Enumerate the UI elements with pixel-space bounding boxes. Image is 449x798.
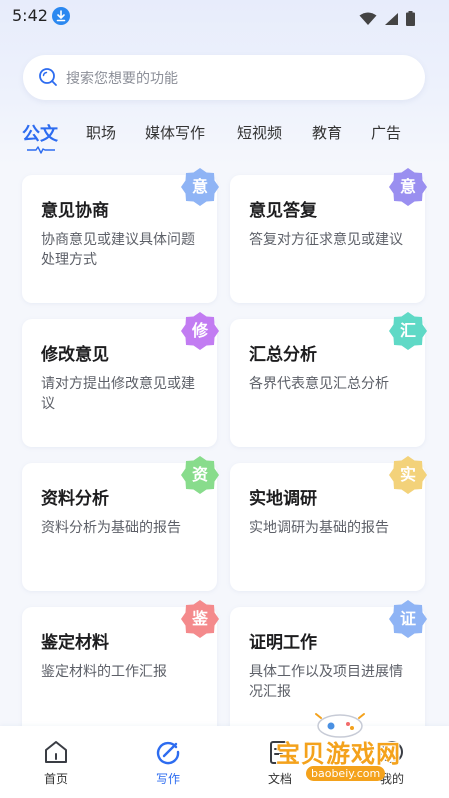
wifi-icon — [359, 12, 377, 25]
search-bar[interactable]: 搜索您想要的功能 — [23, 55, 425, 100]
signal-icon — [384, 12, 398, 25]
function-card[interactable]: 实实地调研实地调研为基础的报告 — [230, 456, 427, 591]
card-title: 证明工作 — [249, 633, 317, 653]
card-title: 资料分析 — [41, 489, 109, 509]
nav-home-label: 首页 — [43, 772, 68, 786]
battery-icon — [406, 11, 415, 26]
card-badge-icon: 实 — [388, 455, 428, 495]
card-badge-icon: 资 — [180, 455, 220, 495]
function-card[interactable]: 汇汇总分析各界代表意见汇总分析 — [230, 312, 427, 447]
status-bar: 5:42 — [0, 0, 449, 32]
nav-write[interactable]: 写作 — [128, 726, 208, 798]
card-title: 意见协商 — [41, 201, 109, 221]
tab-advertising[interactable]: 广告 — [371, 122, 401, 143]
card-badge-char: 意 — [399, 177, 416, 196]
tab-short-video[interactable]: 短视频 — [237, 122, 282, 143]
card-description: 请对方提出修改意见或建议 — [41, 376, 195, 412]
card-badge-char: 实 — [399, 465, 416, 484]
active-tab-indicator — [27, 146, 55, 154]
card-description: 具体工作以及项目进展情况汇报 — [249, 664, 403, 700]
card-badge-icon: 修 — [180, 311, 220, 351]
card-title: 意见答复 — [249, 201, 317, 221]
download-icon — [52, 7, 70, 25]
card-badge-char: 证 — [399, 609, 416, 628]
card-badge-char: 鉴 — [191, 609, 208, 628]
home-icon — [45, 741, 67, 763]
card-badge-icon: 鉴 — [180, 599, 220, 639]
nav-home[interactable]: 首页 — [16, 726, 96, 798]
tab-official-documents[interactable]: 公文 — [22, 120, 58, 146]
card-badge-icon: 汇 — [388, 311, 428, 351]
status-time: 5:42 — [12, 6, 48, 25]
tab-education[interactable]: 教育 — [312, 122, 342, 143]
nav-write-label: 写作 — [155, 772, 180, 786]
watermark-text: 宝贝游戏网 — [276, 740, 401, 768]
card-badge-char: 修 — [191, 321, 208, 340]
card-title: 汇总分析 — [249, 345, 317, 365]
tab-media-writing[interactable]: 媒体写作 — [145, 122, 205, 143]
card-badge-icon: 证 — [388, 599, 428, 639]
search-icon — [38, 67, 58, 91]
card-description: 各界代表意见汇总分析 — [249, 376, 389, 392]
card-badge-char: 意 — [191, 177, 208, 196]
card-title: 实地调研 — [249, 489, 317, 509]
write-icon — [156, 741, 180, 765]
card-badge-icon: 意 — [180, 167, 220, 207]
card-badge-icon: 意 — [388, 167, 428, 207]
function-card[interactable]: 资资料分析资料分析为基础的报告 — [22, 456, 219, 591]
card-description: 鉴定材料的工作汇报 — [41, 664, 167, 680]
category-tabs: 公文 职场 媒体写作 短视频 教育 广告 — [0, 118, 449, 158]
card-badge-char: 汇 — [399, 321, 416, 340]
watermark: 宝贝游戏网 baobeiy.com — [268, 706, 418, 796]
card-description: 协商意见或建议具体问题处理方式 — [41, 232, 195, 268]
function-card[interactable]: 修修改意见请对方提出修改意见或建议 — [22, 312, 219, 447]
card-title: 鉴定材料 — [41, 633, 109, 653]
tab-workplace[interactable]: 职场 — [86, 122, 116, 143]
search-placeholder: 搜索您想要的功能 — [66, 71, 178, 87]
card-description: 资料分析为基础的报告 — [41, 520, 181, 536]
function-card[interactable]: 鉴鉴定材料鉴定材料的工作汇报 — [22, 600, 219, 737]
card-badge-char: 资 — [191, 465, 208, 484]
watermark-url: baobeiy.com — [306, 766, 386, 781]
card-description: 答复对方征求意见或建议 — [249, 232, 403, 248]
card-title: 修改意见 — [41, 345, 109, 365]
function-card[interactable]: 意意见答复答复对方征求意见或建议 — [230, 168, 427, 303]
card-description: 实地调研为基础的报告 — [249, 520, 389, 536]
function-card[interactable]: 意意见协商协商意见或建议具体问题处理方式 — [22, 168, 219, 303]
